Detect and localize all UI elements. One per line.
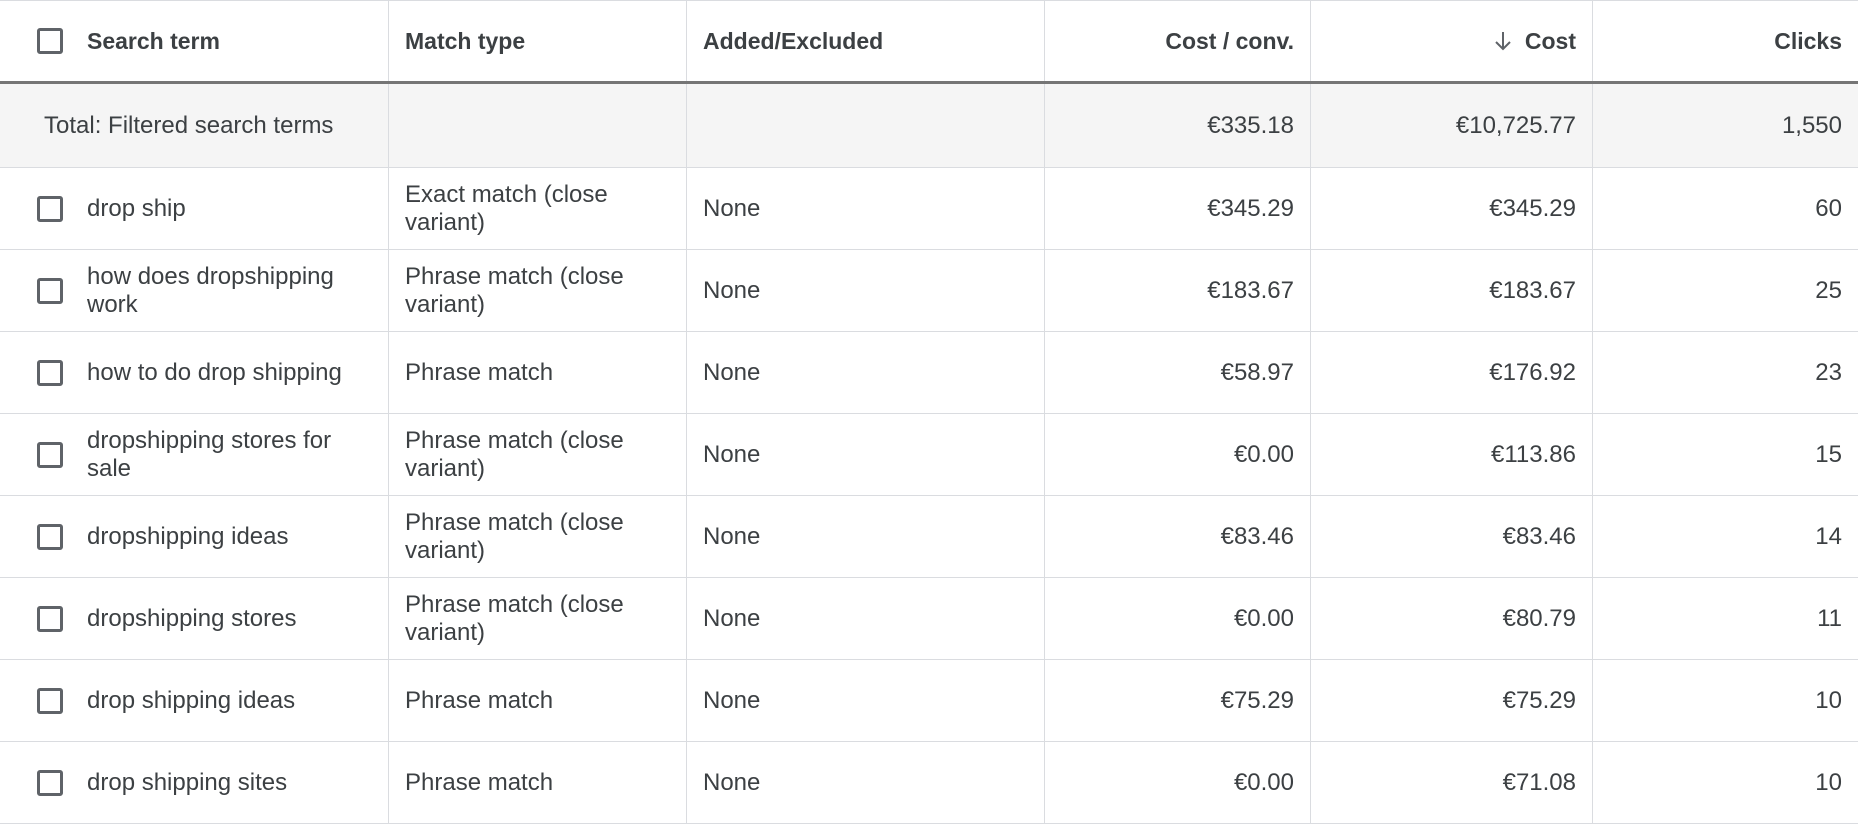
cost: €75.29	[1311, 660, 1593, 741]
match-type: Phrase match (close variant)	[389, 578, 687, 659]
table-row: drop shipping ideas Phrase match None €7…	[0, 660, 1858, 742]
cost: €83.46	[1311, 496, 1593, 577]
match-type: Phrase match (close variant)	[389, 496, 687, 577]
match-type: Phrase match	[389, 332, 687, 413]
header-search-term[interactable]: Search term	[0, 1, 389, 81]
total-clicks: 1,550	[1781, 111, 1842, 139]
header-match-type[interactable]: Match type	[389, 1, 687, 81]
search-term-cell: dropshipping ideas	[0, 496, 389, 577]
total-cost-per-conv: €335.18	[1045, 84, 1311, 167]
total-row: Total: Filtered search terms €335.18 €10…	[0, 84, 1858, 168]
cost-per-conv: €75.29	[1045, 660, 1311, 741]
cost: €345.29	[1311, 168, 1593, 249]
table-row: how to do drop shipping Phrase match Non…	[0, 332, 1858, 414]
match-type: Phrase match (close variant)	[389, 250, 687, 331]
added-excluded: None	[687, 742, 1045, 823]
clicks: 23	[1815, 358, 1842, 386]
table-row: dropshipping ideas Phrase match (close v…	[0, 496, 1858, 578]
cost: €80.79	[1311, 578, 1593, 659]
added-excluded: None	[687, 496, 1045, 577]
row-checkbox[interactable]	[37, 359, 63, 386]
search-term[interactable]: how does dropshipping work	[87, 263, 372, 319]
header-added-excluded[interactable]: Added/Excluded	[687, 1, 1045, 81]
cost: €176.92	[1311, 332, 1593, 413]
header-clicks-label: Clicks	[1774, 28, 1842, 54]
clicks: 25	[1815, 276, 1842, 304]
search-terms-table: Search term Match type Added/Excluded Co…	[0, 0, 1858, 824]
row-checkbox[interactable]	[37, 523, 63, 550]
header-clicks[interactable]: Clicks	[1593, 1, 1858, 81]
table-header-row: Search term Match type Added/Excluded Co…	[0, 0, 1858, 84]
clicks: 10	[1815, 768, 1842, 796]
match-type: Phrase match (close variant)	[389, 414, 687, 495]
cost: €183.67	[1311, 250, 1593, 331]
header-cost[interactable]: Cost	[1311, 1, 1593, 81]
added-excluded: None	[687, 250, 1045, 331]
cost-per-conv: €0.00	[1045, 414, 1311, 495]
row-checkbox[interactable]	[37, 687, 63, 714]
table-body: drop ship Exact match (close variant) No…	[0, 168, 1858, 824]
added-excluded: None	[687, 414, 1045, 495]
added-excluded: None	[687, 168, 1045, 249]
row-checkbox[interactable]	[37, 195, 63, 222]
cost-per-conv: €0.00	[1045, 742, 1311, 823]
table-row: drop ship Exact match (close variant) No…	[0, 168, 1858, 250]
search-term[interactable]: drop shipping sites	[87, 769, 372, 797]
added-excluded: None	[687, 332, 1045, 413]
search-term-cell: dropshipping stores for sale	[0, 414, 389, 495]
table-row: how does dropshipping work Phrase match …	[0, 250, 1858, 332]
total-cost: €10,725.77	[1311, 84, 1593, 167]
added-excluded: None	[687, 578, 1045, 659]
search-term[interactable]: dropshipping stores for sale	[87, 427, 372, 483]
match-type: Phrase match	[389, 660, 687, 741]
added-excluded: None	[687, 660, 1045, 741]
search-term-cell: drop shipping ideas	[0, 660, 389, 741]
search-term[interactable]: how to do drop shipping	[87, 359, 372, 387]
cost: €71.08	[1311, 742, 1593, 823]
search-term-cell: drop ship	[0, 168, 389, 249]
total-match-type-cell	[389, 84, 687, 167]
cost: €113.86	[1311, 414, 1593, 495]
cost-per-conv: €58.97	[1045, 332, 1311, 413]
row-checkbox[interactable]	[37, 441, 63, 468]
cost-per-conv: €345.29	[1045, 168, 1311, 249]
header-added-excluded-label: Added/Excluded	[703, 28, 884, 54]
match-type: Exact match (close variant)	[389, 168, 687, 249]
clicks: 10	[1815, 686, 1842, 714]
total-label: Total: Filtered search terms	[44, 111, 334, 139]
cost-per-conv: €183.67	[1045, 250, 1311, 331]
header-match-type-label: Match type	[405, 28, 526, 54]
search-term-cell: how to do drop shipping	[0, 332, 389, 413]
search-term[interactable]: drop shipping ideas	[87, 687, 372, 715]
match-type: Phrase match	[389, 742, 687, 823]
cost-per-conv: €83.46	[1045, 496, 1311, 577]
search-term[interactable]: drop ship	[87, 195, 372, 223]
header-search-term-label: Search term	[87, 28, 220, 54]
clicks: 11	[1817, 604, 1842, 632]
cost-per-conv: €0.00	[1045, 578, 1311, 659]
header-cost-label: Cost	[1524, 28, 1576, 54]
row-checkbox[interactable]	[37, 277, 63, 304]
search-term[interactable]: dropshipping stores	[87, 605, 372, 633]
row-checkbox[interactable]	[37, 769, 63, 796]
table-row: dropshipping stores for sale Phrase matc…	[0, 414, 1858, 496]
search-term-cell: dropshipping stores	[0, 578, 389, 659]
row-checkbox[interactable]	[37, 605, 63, 632]
total-added-excluded-cell	[687, 84, 1045, 167]
arrow-down-icon	[1491, 29, 1515, 53]
clicks: 60	[1815, 194, 1842, 222]
table-row: dropshipping stores Phrase match (close …	[0, 578, 1858, 660]
header-cost-per-conv[interactable]: Cost / conv.	[1045, 1, 1311, 81]
select-all-checkbox[interactable]	[37, 28, 63, 54]
table-row: drop shipping sites Phrase match None €0…	[0, 742, 1858, 824]
clicks: 15	[1815, 440, 1842, 468]
search-term-cell: drop shipping sites	[0, 742, 389, 823]
clicks: 14	[1815, 522, 1842, 550]
total-label-cell: Total: Filtered search terms	[0, 84, 389, 167]
header-cost-per-conv-label: Cost / conv.	[1165, 28, 1294, 54]
search-term[interactable]: dropshipping ideas	[87, 523, 372, 551]
search-term-cell: how does dropshipping work	[0, 250, 389, 331]
